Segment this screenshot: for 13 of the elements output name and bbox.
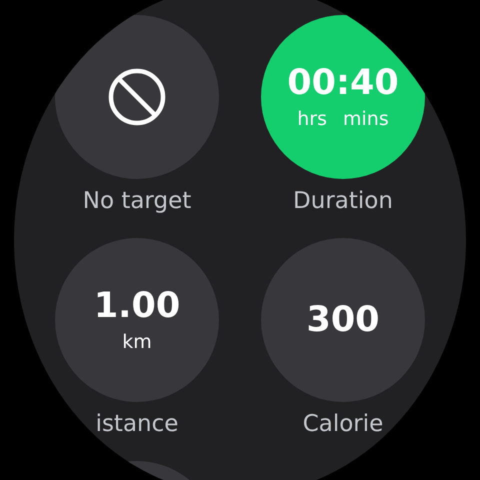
unit-label: km bbox=[122, 331, 152, 354]
target-button[interactable]: 1.00 km bbox=[55, 238, 219, 402]
unit-label: mins bbox=[343, 108, 389, 130]
target-label: istance bbox=[96, 410, 178, 438]
target-value: 00:40 bbox=[287, 64, 399, 102]
target-label: Calorie bbox=[302, 410, 384, 438]
target-value: 300 bbox=[306, 300, 380, 340]
block-icon bbox=[108, 68, 166, 126]
target-label: Duration bbox=[293, 187, 393, 215]
target-button[interactable]: 300 bbox=[261, 238, 425, 402]
unit-label: hrs bbox=[297, 108, 328, 130]
target-value: 1.00 bbox=[94, 286, 180, 326]
target-label: No target bbox=[82, 187, 192, 215]
